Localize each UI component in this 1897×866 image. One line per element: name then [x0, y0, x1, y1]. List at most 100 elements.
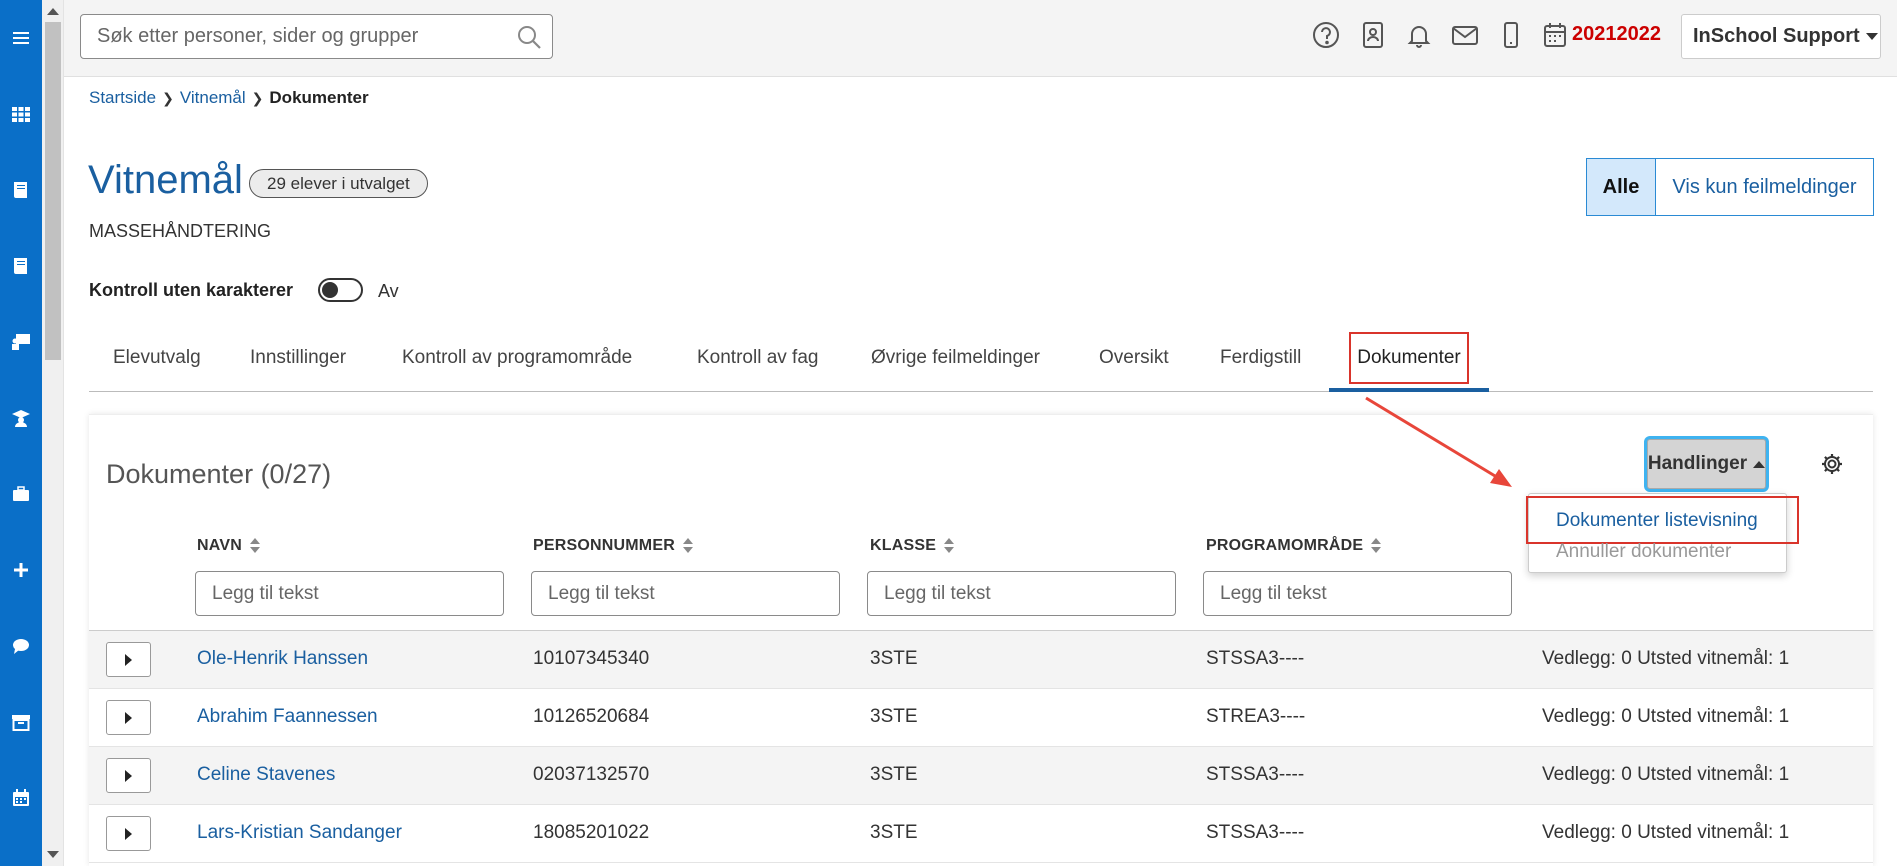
filter-errors-only-button[interactable]: Vis kun feilmeldinger: [1656, 158, 1874, 216]
scrollbar-thumb[interactable]: [45, 22, 61, 360]
teacher-icon[interactable]: [11, 332, 31, 352]
filter-input-program[interactable]: [1203, 571, 1512, 616]
breadcrumb: Startside ❯ Vitnemål ❯ Dokumenter: [89, 88, 369, 108]
sort-icon[interactable]: [944, 538, 955, 554]
breadcrumb-startside[interactable]: Startside: [89, 88, 156, 108]
expand-row-button[interactable]: [106, 642, 151, 677]
selection-count-badge: 29 elever i utvalget: [249, 169, 428, 198]
chat-icon[interactable]: [11, 636, 31, 656]
page-title: Vitnemål: [88, 158, 243, 202]
mail-icon[interactable]: [1450, 20, 1480, 52]
page-scrollbar[interactable]: [42, 0, 64, 866]
school-year[interactable]: 20212022: [1572, 23, 1661, 46]
expand-row-button[interactable]: [106, 758, 151, 793]
top-header: 20212022 InSchool Support: [64, 0, 1897, 77]
student-program: STSSA3----: [1206, 648, 1305, 669]
document-info: Vedlegg: 0 Utsted vitnemål: 1: [1542, 706, 1790, 727]
sort-icon[interactable]: [249, 538, 260, 554]
scroll-up-arrow-icon[interactable]: [47, 8, 59, 15]
apps-grid-icon[interactable]: [11, 104, 31, 124]
tab-dokumenter[interactable]: Dokumenter: [1329, 332, 1489, 392]
actions-dropdown-button[interactable]: Handlinger: [1647, 439, 1766, 489]
breadcrumb-vitnemal[interactable]: Vitnemål: [180, 88, 246, 108]
book-icon-2[interactable]: [11, 256, 31, 276]
sort-icon[interactable]: [1371, 538, 1382, 554]
student-name-link[interactable]: Abrahim Faannessen: [197, 706, 378, 728]
caret-right-icon: [125, 769, 132, 782]
student-class: 3STE: [870, 706, 918, 727]
column-header-ssn[interactable]: PERSONNUMMER: [533, 537, 693, 555]
filter-input-class[interactable]: [867, 571, 1176, 616]
tab-kontroll-fag[interactable]: Kontroll av fag: [697, 336, 818, 392]
filter-input-name[interactable]: [195, 571, 504, 616]
tab-innstillinger[interactable]: Innstillinger: [250, 336, 346, 392]
column-header-name[interactable]: NAVN: [197, 537, 260, 555]
notifications-bell-icon[interactable]: [1404, 20, 1434, 52]
student-program: STSSA3----: [1206, 764, 1305, 785]
documents-panel: Dokumenter (0/27) Handlinger Dokumenter …: [89, 414, 1873, 866]
tab-elevutvalg[interactable]: Elevutvalg: [113, 336, 201, 392]
table-row: Celine Stavenes 02037132570 3STE STSSA3-…: [89, 747, 1873, 805]
student-program: STREA3----: [1206, 706, 1306, 727]
help-icon[interactable]: [1311, 20, 1341, 52]
document-info: Vedlegg: 0 Utsted vitnemål: 1: [1542, 764, 1790, 785]
tab-ovrige-feilmeldinger[interactable]: Øvrige feilmeldinger: [871, 336, 1040, 392]
tab-bar: Elevutvalg Innstillinger Kontroll av pro…: [89, 332, 1873, 392]
menu-item-cancel-documents[interactable]: Annuller dokumenter: [1556, 541, 1731, 563]
left-sidebar: [0, 0, 42, 866]
control-without-grades-switch[interactable]: [318, 278, 363, 302]
menu-icon[interactable]: [11, 28, 31, 48]
calendar-icon[interactable]: [1540, 20, 1570, 52]
plus-icon[interactable]: [11, 560, 31, 580]
global-search: [80, 14, 553, 59]
scroll-down-arrow-icon[interactable]: [47, 851, 59, 858]
user-menu-button[interactable]: InSchool Support: [1681, 14, 1881, 59]
caret-right-icon: [125, 711, 132, 724]
student-class: 3STE: [870, 822, 918, 843]
actions-label: Handlinger: [1647, 453, 1748, 474]
tab-kontroll-programomrade[interactable]: Kontroll av programområde: [402, 336, 632, 392]
panel-title: Dokumenter (0/27): [106, 459, 332, 489]
document-info: Vedlegg: 0 Utsted vitnemål: 1: [1542, 648, 1790, 669]
chevron-down-icon: [1865, 33, 1878, 40]
student-ssn: 10107345340: [533, 648, 650, 669]
column-header-program[interactable]: PROGRAMOMRÅDE: [1206, 537, 1382, 555]
student-ssn: 10126520684: [533, 706, 650, 727]
breadcrumb-current: Dokumenter: [269, 88, 369, 107]
student-program: STSSA3----: [1206, 822, 1305, 843]
tab-ferdigstill[interactable]: Ferdigstill: [1220, 336, 1301, 392]
tab-oversikt[interactable]: Oversikt: [1099, 336, 1169, 392]
search-icon[interactable]: [516, 24, 542, 50]
archive-icon[interactable]: [11, 712, 31, 732]
actions-dropdown-menu: Dokumenter listevisning Annuller dokumen…: [1526, 493, 1799, 573]
control-without-grades-label: Kontroll uten karakterer: [89, 280, 294, 300]
graduate-icon[interactable]: [11, 408, 31, 428]
student-name-link[interactable]: Lars-Kristian Sandanger: [197, 822, 402, 844]
switch-state-text: Av: [378, 281, 399, 301]
contacts-icon[interactable]: [1358, 20, 1388, 52]
breadcrumb-separator-icon: ❯: [162, 89, 174, 106]
expand-row-button[interactable]: [106, 816, 151, 851]
user-menu-label: InSchool Support: [1693, 25, 1860, 47]
sort-icon[interactable]: [682, 538, 693, 554]
student-class: 3STE: [870, 648, 918, 669]
filter-input-ssn[interactable]: [531, 571, 840, 616]
table-row: Lars-Kristian Sandanger 18085201022 3STE…: [89, 805, 1873, 863]
student-name-link[interactable]: Ole-Henrik Hanssen: [197, 648, 368, 670]
table-row: Abrahim Faannessen 10126520684 3STE STRE…: [89, 689, 1873, 747]
filter-all-button[interactable]: Alle: [1586, 158, 1656, 216]
chevron-up-icon: [1753, 460, 1766, 468]
table-row: Ole-Henrik Hanssen 10107345340 3STE STSS…: [89, 631, 1873, 689]
calendar-icon[interactable]: [11, 788, 31, 808]
student-ssn: 18085201022: [533, 822, 650, 843]
column-header-class[interactable]: KLASSE: [870, 537, 955, 555]
briefcase-icon[interactable]: [11, 484, 31, 504]
mobile-phone-icon[interactable]: [1496, 20, 1526, 52]
search-input[interactable]: [81, 15, 501, 58]
book-icon[interactable]: [11, 180, 31, 200]
student-name-link[interactable]: Celine Stavenes: [197, 764, 335, 786]
gear-icon[interactable]: [1820, 452, 1844, 476]
student-ssn: 02037132570: [533, 764, 650, 785]
menu-item-documents-list-view[interactable]: Dokumenter listevisning: [1556, 510, 1758, 532]
expand-row-button[interactable]: [106, 700, 151, 735]
